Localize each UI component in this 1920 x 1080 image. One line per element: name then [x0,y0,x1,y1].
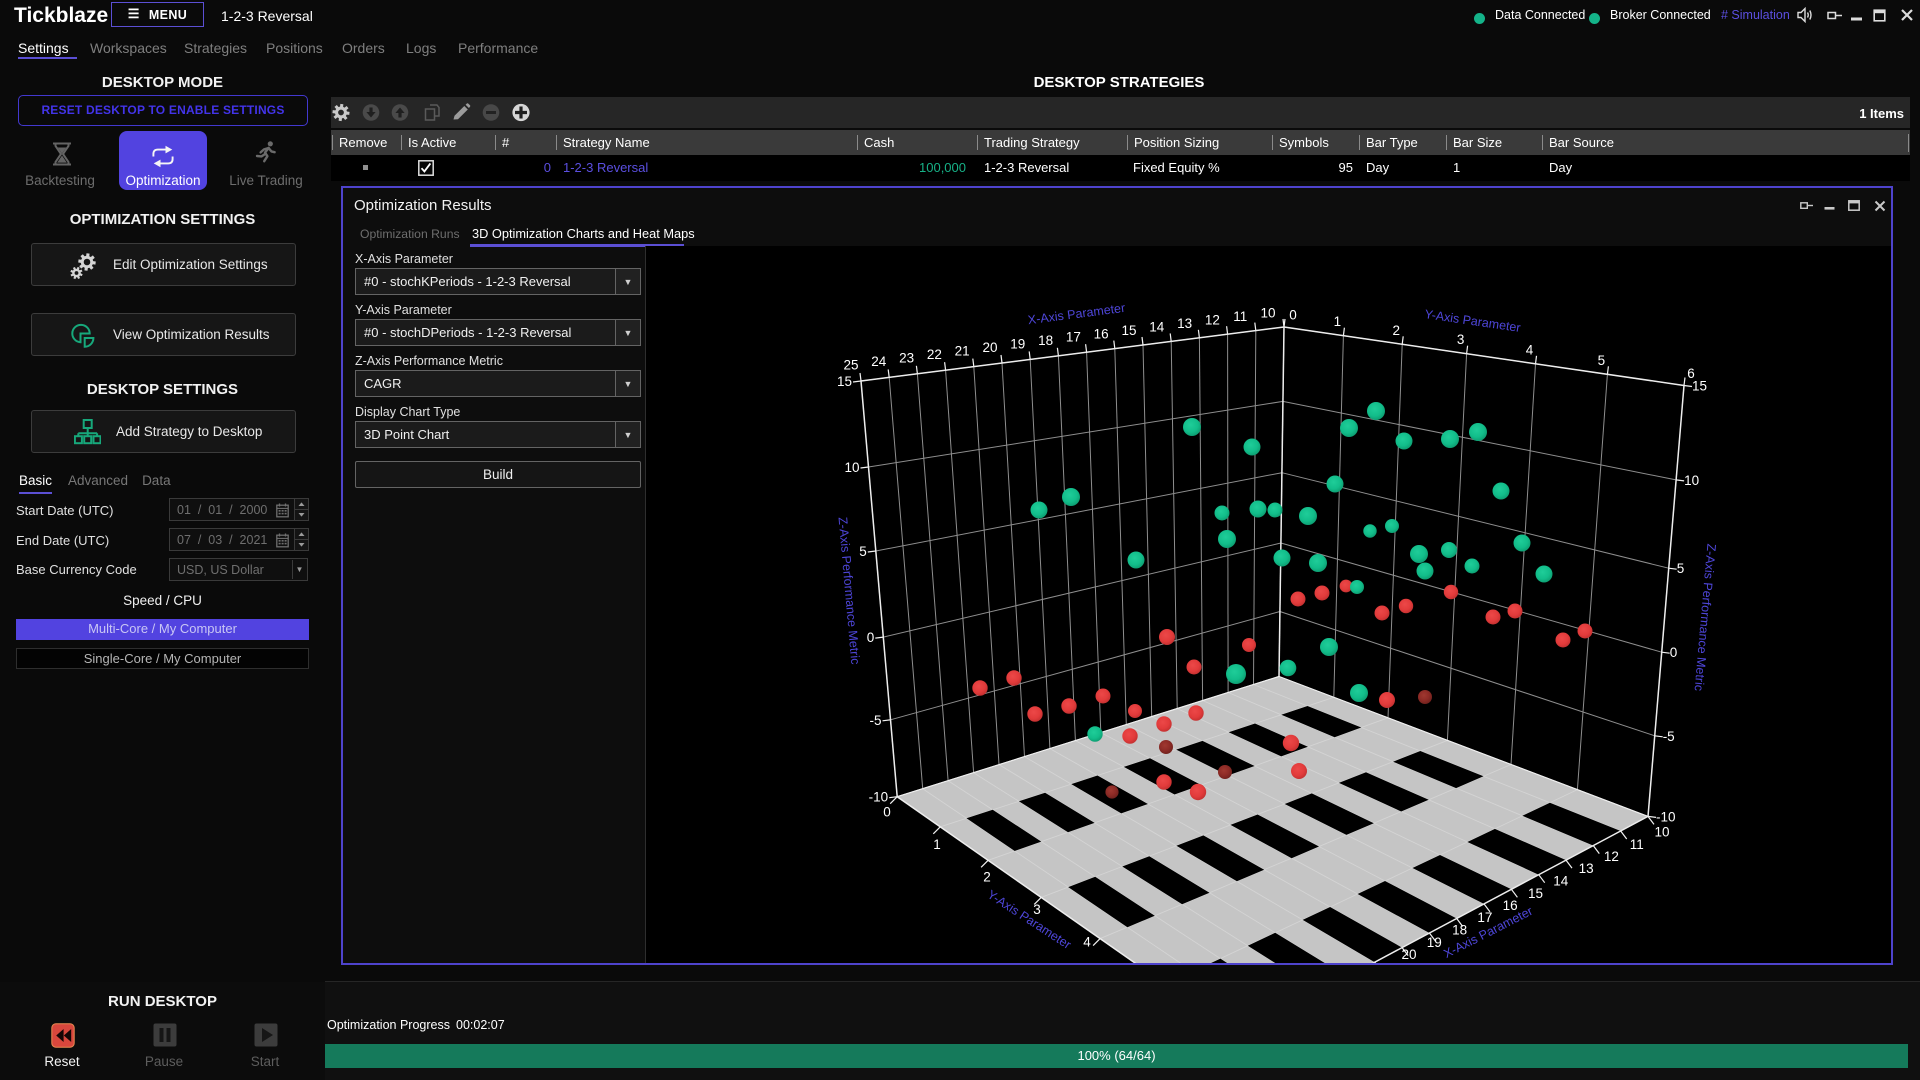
svg-text:17: 17 [1066,330,1081,345]
svg-text:5: 5 [859,544,867,559]
svg-text:15: 15 [1121,323,1136,338]
svg-text:12: 12 [1205,312,1220,327]
svg-text:-10: -10 [1656,809,1676,824]
svg-text:14: 14 [1149,319,1165,334]
svg-text:-10: -10 [869,790,889,805]
svg-text:10: 10 [1654,825,1669,840]
svg-text:4: 4 [1083,935,1091,950]
svg-text:12: 12 [1604,849,1619,864]
svg-text:20: 20 [982,340,997,355]
svg-text:20: 20 [1401,947,1416,962]
svg-text:2: 2 [983,870,991,885]
svg-text:10: 10 [844,460,859,475]
svg-text:2: 2 [1392,323,1400,338]
svg-text:1: 1 [1334,314,1342,329]
svg-text:25: 25 [843,358,858,373]
svg-text:5: 5 [1598,353,1606,368]
svg-text:19: 19 [1427,935,1442,950]
svg-text:11: 11 [1630,837,1644,852]
svg-text:23: 23 [899,351,914,366]
svg-text:0: 0 [1289,308,1297,323]
svg-text:14: 14 [1553,874,1569,889]
svg-text:13: 13 [1579,861,1594,876]
svg-text:18: 18 [1452,923,1467,938]
svg-text:0: 0 [1670,645,1678,660]
svg-text:6: 6 [1687,366,1695,381]
svg-text:24: 24 [871,354,887,369]
svg-text:13: 13 [1177,316,1192,331]
svg-text:19: 19 [1010,337,1025,352]
svg-text:21: 21 [955,344,970,359]
svg-text:-5: -5 [869,713,881,728]
svg-text:3: 3 [1457,332,1465,347]
svg-text:11: 11 [1233,309,1247,324]
svg-text:10: 10 [1260,305,1275,320]
svg-text:0: 0 [867,630,875,645]
svg-text:10: 10 [1684,473,1699,488]
svg-text:0: 0 [883,805,891,820]
svg-text:1: 1 [933,837,941,852]
svg-text:5: 5 [1677,561,1685,576]
svg-text:4: 4 [1526,342,1534,357]
svg-text:22: 22 [927,347,942,362]
svg-text:18: 18 [1038,333,1053,348]
svg-text:16: 16 [1094,326,1109,341]
svg-text:15: 15 [837,374,852,389]
svg-text:15: 15 [1528,886,1543,901]
svg-text:-5: -5 [1663,729,1675,744]
